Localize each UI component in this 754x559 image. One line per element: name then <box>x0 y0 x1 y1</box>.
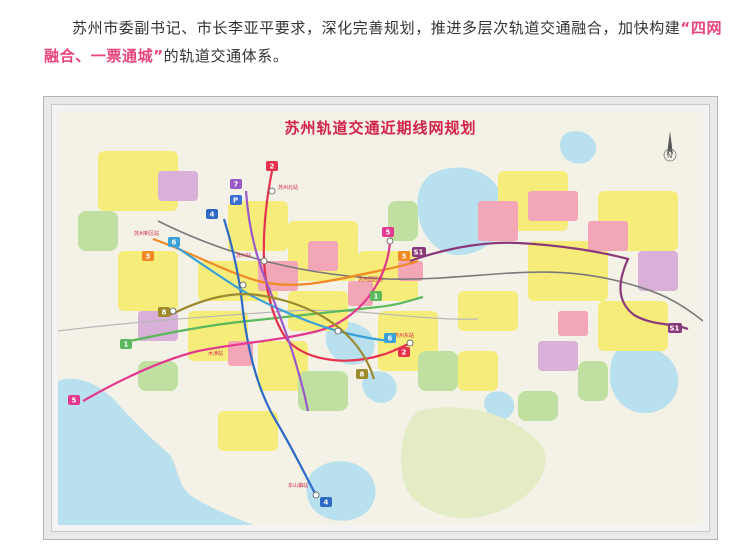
svg-text:3: 3 <box>402 253 407 261</box>
svg-text:7: 7 <box>234 181 239 189</box>
svg-text:1: 1 <box>374 293 379 301</box>
station-label: 苏州站 <box>236 252 251 259</box>
svg-text:4: 4 <box>210 211 215 219</box>
svg-text:2: 2 <box>402 349 407 357</box>
svg-text:1: 1 <box>124 341 129 349</box>
line-badge-1[interactable]: 1 <box>120 339 132 349</box>
line-badge-5[interactable]: 5 <box>68 395 80 405</box>
line-badge-s1[interactable]: S1 <box>668 323 682 333</box>
line-badge-7[interactable]: 7 <box>230 179 242 189</box>
svg-text:4: 4 <box>324 499 329 507</box>
station-label: 东山镇站 <box>288 482 308 489</box>
line-badge-s1[interactable]: S1 <box>412 247 426 257</box>
line-badge-6[interactable]: 6 <box>384 333 396 343</box>
svg-text:S1: S1 <box>670 325 680 333</box>
station-label: 木渎站 <box>208 350 223 357</box>
line-badge-8[interactable]: 8 <box>158 307 170 317</box>
station-label: 苏州东站 <box>394 332 414 339</box>
article-text-end: 的轨道交通体系。 <box>163 47 289 65</box>
svg-text:2: 2 <box>270 163 275 171</box>
svg-text:8: 8 <box>360 371 365 379</box>
svg-text:8: 8 <box>162 309 167 317</box>
svg-text:S1: S1 <box>414 249 424 257</box>
svg-text:6: 6 <box>172 239 177 247</box>
line-badge-4[interactable]: 4 <box>320 497 332 507</box>
station-label: 苏州新区站 <box>134 230 159 237</box>
line-badge-1[interactable]: 1 <box>370 291 382 301</box>
article-text: 苏州市委副书记、市长李亚平要求，深化完善规划，推进多层次轨道交通融合，加快构建 <box>72 19 681 37</box>
map-frame: 苏州北站 苏州新区站 苏州站 苏州园区站 苏州东站 木渎站 东山镇站 2 7 P… <box>43 96 718 540</box>
line-badge-3[interactable]: 3 <box>142 251 154 261</box>
svg-text:5: 5 <box>386 229 391 237</box>
svg-text:5: 5 <box>72 397 77 405</box>
article-paragraph: 苏州市委副书记、市长李亚平要求，深化完善规划，推进多层次轨道交通融合，加快构建“… <box>44 14 734 70</box>
line-badge-2[interactable]: 2 <box>398 347 410 357</box>
svg-text:N: N <box>667 152 672 160</box>
transit-map-canvas: 苏州北站 苏州新区站 苏州站 苏州园区站 苏州东站 木渎站 东山镇站 2 7 P… <box>58 111 703 525</box>
svg-text:6: 6 <box>388 335 393 343</box>
svg-text:P: P <box>233 197 238 205</box>
line-badge-4[interactable]: 4 <box>206 209 218 219</box>
line-badge-6[interactable]: 6 <box>168 237 180 247</box>
station-label: 苏州北站 <box>278 184 298 191</box>
lake-area <box>306 461 376 521</box>
svg-text:3: 3 <box>146 253 151 261</box>
line-badge-5[interactable]: 5 <box>382 227 394 237</box>
line-badge-8[interactable]: 8 <box>356 369 368 379</box>
transit-map: 苏州北站 苏州新区站 苏州站 苏州园区站 苏州东站 木渎站 东山镇站 2 7 P… <box>58 111 703 525</box>
line-badge-2[interactable]: 2 <box>266 161 278 171</box>
station-label: 苏州园区站 <box>358 276 383 283</box>
map-title: 苏州轨道交通近期线网规划 <box>284 119 477 137</box>
line-badge-3[interactable]: 3 <box>398 251 410 261</box>
line-badge-p[interactable]: P <box>230 195 242 205</box>
